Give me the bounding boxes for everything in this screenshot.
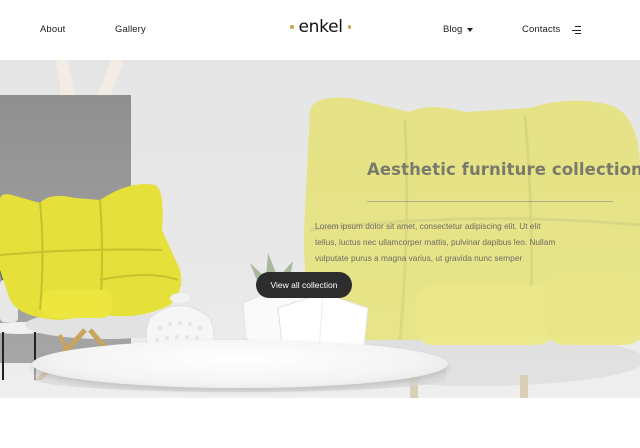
logo-dot-right <box>347 25 352 29</box>
logo-dot-left <box>290 25 294 29</box>
white-round-table-image <box>32 340 448 388</box>
menu-lines-icon[interactable] <box>572 26 581 35</box>
hero-description-line-3: vulputate purus a magna varius, ut gravi… <box>315 253 523 263</box>
nav-blog-link[interactable]: Blog <box>443 24 474 35</box>
hero-description-line-2: tellus, luctus nec ullamcorper mattis, p… <box>315 237 556 247</box>
page-bottom-strip <box>0 398 640 448</box>
view-all-collection-button[interactable]: View all collection <box>256 272 352 298</box>
logo[interactable]: enkel <box>290 17 352 37</box>
nav-contacts-link[interactable]: Contacts <box>522 24 560 35</box>
hero-description-line-1: Lorem ipsum dolor sit amet, consectetur … <box>315 221 541 231</box>
hero-divider <box>367 201 613 202</box>
logo-text: enkel <box>298 17 343 37</box>
site-header: About Gallery enkel Blog Contacts <box>0 0 640 60</box>
nav-blog-label: Blog <box>443 24 463 35</box>
hero-section: Aesthetic furniture collection Lorem ips… <box>0 60 640 398</box>
hero-description: Lorem ipsum dolor sit amet, consectetur … <box>315 218 575 266</box>
nav-gallery-link[interactable]: Gallery <box>115 24 146 35</box>
chevron-down-icon <box>467 28 474 32</box>
nav-about-link[interactable]: About <box>40 24 65 35</box>
hero-title: Aesthetic furniture collection <box>367 160 640 179</box>
